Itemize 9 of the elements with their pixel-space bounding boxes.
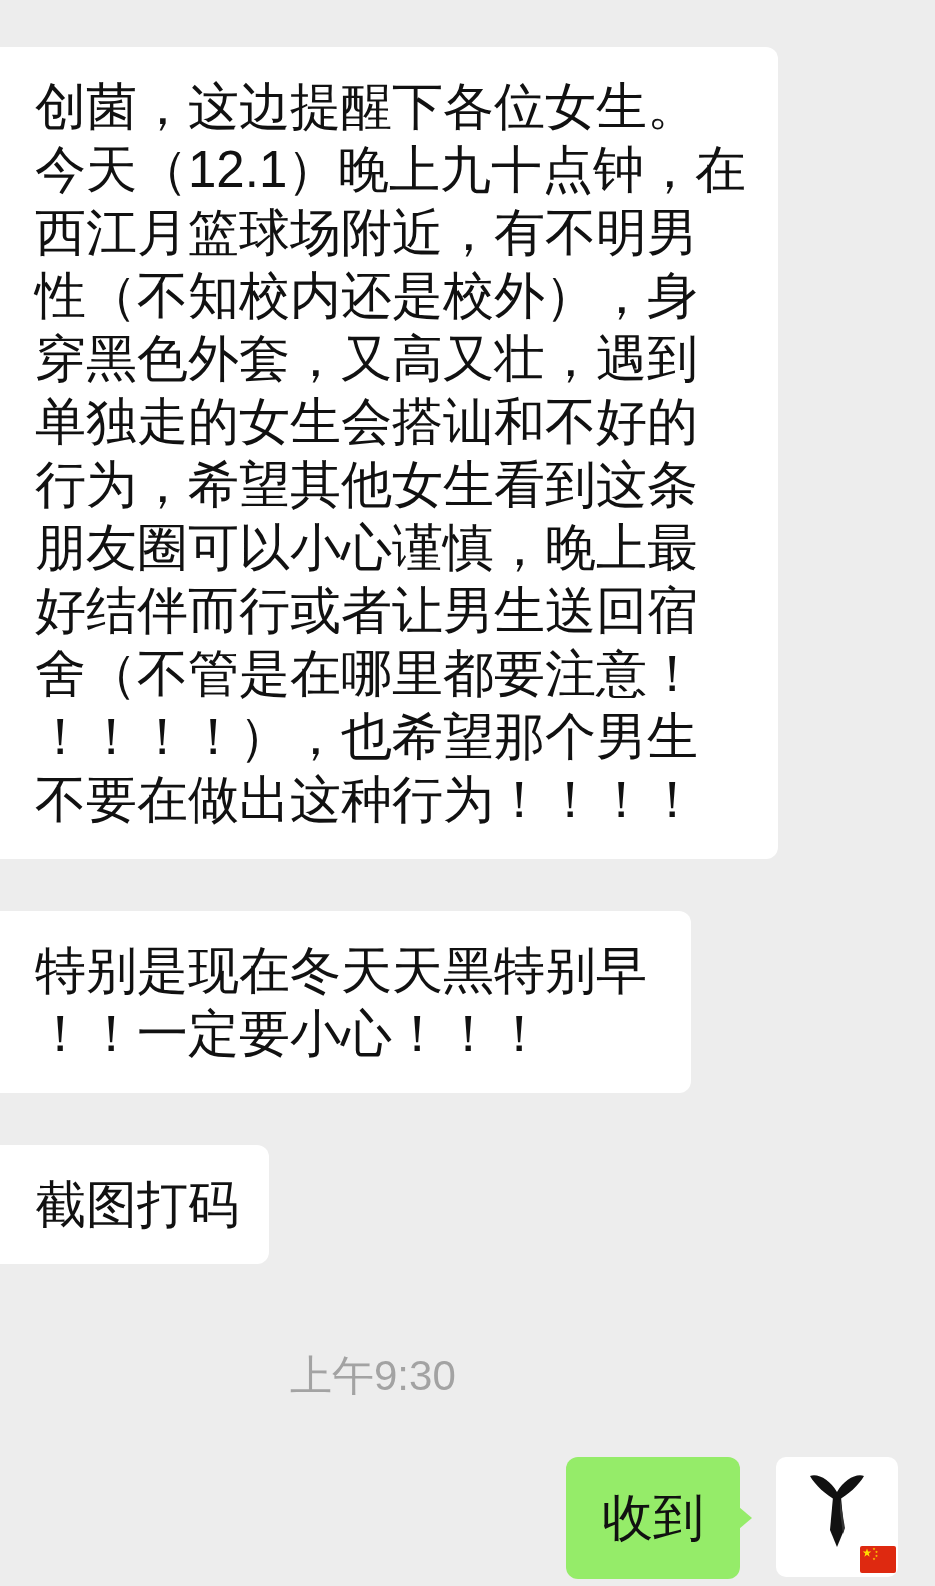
message-bubble: 收到 [566,1457,740,1579]
message-bubble: 创菌，这边提醒下各位女生。今天（12.1）晚上九十点钟，在西江月篮球场附近，有不明男性（不知校内还是校外），身穿黑色外套，又高又壮，遇到单独走的女生会搭讪和不好的行为，希望其他女生看到这条朋友圈可以小心谨慎，晚上最好结伴而行或者让男生送回宿舍（不管是在哪里都要注意！！！！！），也希望那个男生不要在做出这种行为！！！！ [0,47,778,859]
bubble-tail-icon [739,1507,752,1529]
avatar-tile[interactable] [776,1457,898,1577]
message-bubble: 特别是现在冬天天黑特别早！！一定要小心！！！ [0,911,691,1093]
timestamp: 上午9:30 [290,1351,456,1401]
tie-icon [809,1472,865,1548]
message-bubble: 截图打码 [0,1145,269,1264]
flag-icon [860,1546,896,1573]
